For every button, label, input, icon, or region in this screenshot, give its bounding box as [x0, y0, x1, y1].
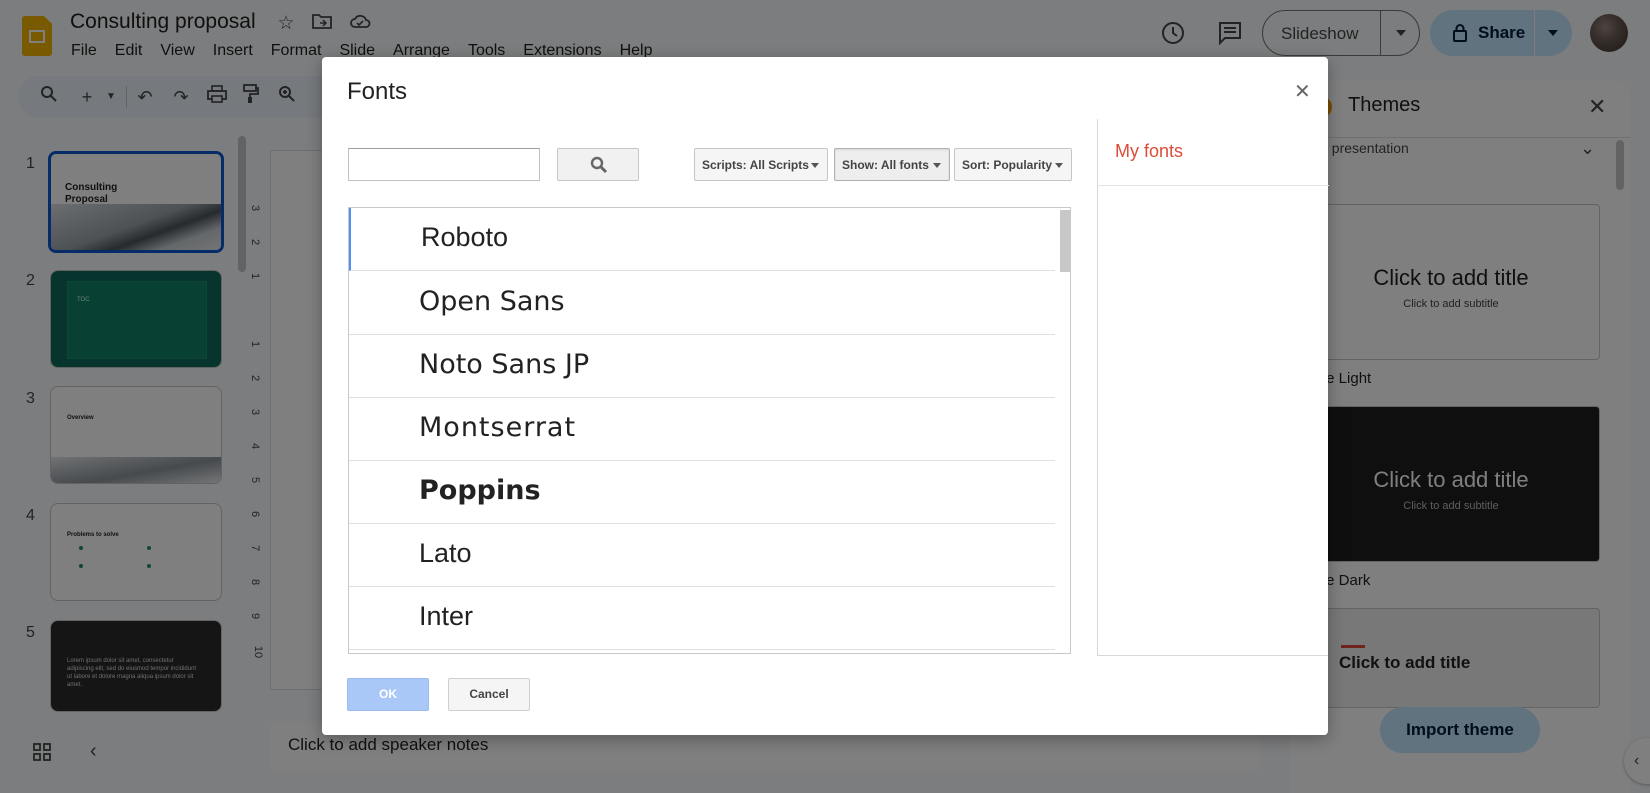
chevron-down-icon — [811, 163, 819, 168]
font-search-input[interactable] — [348, 148, 540, 181]
font-row-inter[interactable]: Inter — [349, 587, 1055, 650]
font-name: Noto Sans JP — [419, 349, 590, 380]
font-list: Roboto Open Sans Noto Sans JP Montserrat… — [348, 207, 1071, 654]
search-icon — [590, 156, 608, 174]
font-name: Lato — [419, 538, 472, 568]
font-name: Inter — [419, 601, 474, 631]
my-fonts-title: My fonts — [1115, 141, 1184, 161]
cancel-button[interactable]: Cancel — [448, 678, 530, 711]
show-dropdown[interactable]: Show: All fonts — [834, 148, 950, 181]
font-name: Montserrat — [419, 412, 577, 443]
show-dropdown-label: Show: All fonts — [842, 158, 929, 172]
font-row-noto-sans-jp[interactable]: Noto Sans JP — [349, 335, 1055, 398]
font-row-lato[interactable]: Lato — [349, 524, 1055, 587]
close-icon[interactable]: ✕ — [1294, 79, 1311, 104]
chevron-down-icon — [1055, 163, 1063, 168]
font-search-button[interactable] — [557, 148, 639, 181]
scripts-dropdown-label: Scripts: All Scripts — [702, 158, 809, 172]
font-name: Poppins — [419, 475, 541, 506]
dialog-title: Fonts — [347, 78, 408, 105]
scripts-dropdown[interactable]: Scripts: All Scripts — [694, 148, 828, 181]
font-row-poppins[interactable]: Poppins — [349, 461, 1055, 524]
sort-dropdown[interactable]: Sort: Popularity — [954, 148, 1072, 181]
ok-button[interactable]: OK — [347, 678, 429, 711]
fonts-dialog: Fonts ✕ Scripts: All Scripts Show: All f… — [322, 57, 1329, 735]
chevron-down-icon — [933, 163, 941, 168]
sort-dropdown-label: Sort: Popularity — [962, 158, 1053, 172]
font-row-roboto[interactable]: Roboto — [349, 208, 1055, 271]
font-name: Roboto — [421, 222, 509, 252]
font-name: Open Sans — [419, 286, 565, 317]
font-row-open-sans[interactable]: Open Sans — [349, 272, 1055, 335]
my-fonts-panel: My fonts — [1097, 119, 1329, 656]
font-row-montserrat[interactable]: Montserrat — [349, 398, 1055, 461]
font-list-scrollbar[interactable] — [1060, 210, 1070, 272]
